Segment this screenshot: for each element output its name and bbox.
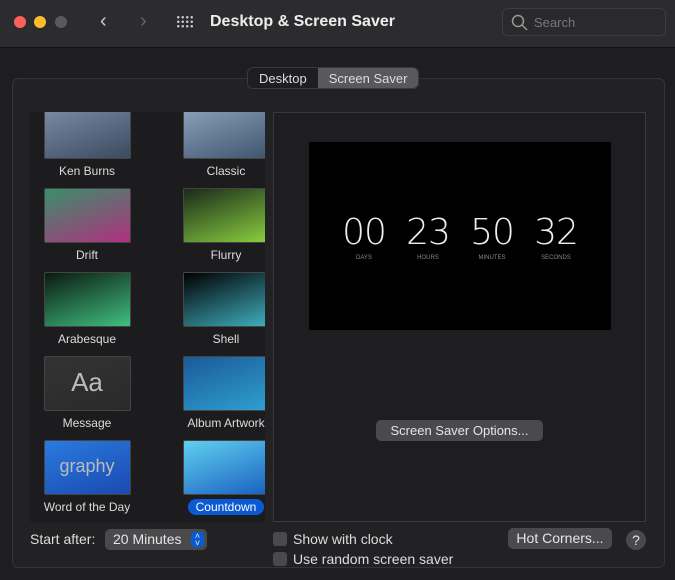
back-icon[interactable]: ‹ bbox=[100, 10, 107, 33]
screen-saver-item[interactable]: Album Artwork bbox=[171, 356, 265, 431]
screen-saver-item[interactable]: Flurry bbox=[171, 188, 265, 263]
countdown-value: 23 bbox=[406, 212, 451, 253]
close-button[interactable] bbox=[14, 16, 26, 28]
title-bar: ‹ › Desktop & Screen Saver Search bbox=[0, 0, 675, 48]
minimize-button[interactable] bbox=[34, 16, 46, 28]
start-after-select[interactable]: 20 Minutes ˄ ˅ bbox=[105, 529, 207, 550]
zoom-button[interactable] bbox=[55, 16, 67, 28]
screen-saver-item[interactable]: Shell bbox=[171, 272, 265, 347]
help-button[interactable]: ? bbox=[626, 530, 646, 550]
countdown-unit: HOURS bbox=[417, 255, 439, 261]
preview-area: 00 DAYS 23 HOURS 50 MINUTES 32 SECONDS Screen S… bbox=[273, 112, 646, 522]
screen-saver-list[interactable]: Ken Burns Classic Drift Flurry Arabesque Shel… bbox=[30, 112, 265, 522]
screen-saver-label: Ken Burns bbox=[58, 164, 116, 178]
countdown-unit: DAYS bbox=[356, 255, 372, 261]
window-title: Desktop & Screen Saver bbox=[210, 13, 395, 30]
countdown-seconds: 32 SECONDS bbox=[526, 212, 586, 261]
countdown-minutes: 50 MINUTES bbox=[462, 212, 522, 261]
screen-saver-label: Arabesque bbox=[57, 332, 117, 346]
start-after-label: Start after: bbox=[30, 531, 96, 547]
screen-saver-label: Shell bbox=[212, 332, 240, 346]
hot-corners-button[interactable]: Hot Corners... bbox=[508, 528, 612, 549]
screen-saver-thumbnail bbox=[182, 112, 265, 159]
screen-saver-item[interactable]: Aa Message bbox=[32, 356, 142, 431]
screen-saver-thumbnail bbox=[43, 272, 131, 327]
screen-saver-label: Word of the Day bbox=[43, 500, 131, 514]
search-input[interactable]: Search bbox=[502, 8, 666, 36]
screen-saver-item[interactable]: Ken Burns bbox=[32, 112, 142, 179]
show-with-clock-checkbox[interactable] bbox=[273, 532, 287, 546]
screen-saver-thumbnail: graphy bbox=[43, 440, 131, 495]
countdown-value: 00 bbox=[342, 212, 387, 253]
tab-screen-saver[interactable]: Screen Saver bbox=[317, 68, 419, 88]
screen-saver-thumbnail bbox=[182, 272, 265, 327]
countdown-value: 32 bbox=[534, 212, 579, 253]
screen-saver-item[interactable]: Arabesque bbox=[32, 272, 142, 347]
countdown-days: 00 DAYS bbox=[334, 212, 394, 261]
screen-saver-label: Album Artwork bbox=[187, 416, 265, 430]
screen-saver-label: Message bbox=[62, 416, 112, 430]
screen-saver-item[interactable]: Classic bbox=[171, 112, 265, 179]
random-saver-label: Use random screen saver bbox=[293, 551, 454, 567]
screen-saver-item[interactable]: graphy Word of the Day bbox=[32, 440, 142, 515]
countdown-value: 50 bbox=[470, 212, 515, 253]
screen-saver-thumbnail bbox=[182, 440, 265, 495]
screen-saver-label: Classic bbox=[206, 164, 246, 178]
screen-saver-thumbnail bbox=[43, 112, 131, 159]
countdown-unit: SECONDS bbox=[541, 255, 571, 261]
grid-icon[interactable] bbox=[176, 15, 194, 29]
screen-saver-label: Countdown bbox=[187, 499, 265, 515]
screen-saver-options-button[interactable]: Screen Saver Options... bbox=[376, 420, 543, 441]
show-with-clock-label: Show with clock bbox=[293, 531, 393, 547]
random-saver-checkbox[interactable] bbox=[273, 552, 287, 566]
screen-saver-item[interactable]: Drift bbox=[32, 188, 142, 263]
screen-saver-thumbnail: Aa bbox=[43, 356, 131, 411]
screen-saver-thumbnail bbox=[182, 356, 265, 411]
search-icon bbox=[511, 14, 528, 31]
screen-saver-item[interactable]: Countdown bbox=[171, 440, 265, 515]
countdown-unit: MINUTES bbox=[478, 255, 506, 261]
chevron-updown-icon: ˄ ˅ bbox=[191, 532, 204, 548]
preview-screen: 00 DAYS 23 HOURS 50 MINUTES 32 SECONDS bbox=[309, 142, 611, 330]
tab-bar: Desktop Screen Saver bbox=[247, 67, 420, 89]
screen-saver-thumbnail bbox=[182, 188, 265, 243]
screen-saver-label: Flurry bbox=[210, 248, 242, 262]
start-after-value: 20 Minutes bbox=[113, 531, 182, 547]
tab-desktop[interactable]: Desktop bbox=[248, 68, 318, 88]
screen-saver-thumbnail bbox=[43, 188, 131, 243]
screen-saver-label: Drift bbox=[76, 248, 98, 262]
countdown-hours: 23 HOURS bbox=[398, 212, 458, 261]
forward-icon[interactable]: › bbox=[140, 10, 147, 33]
